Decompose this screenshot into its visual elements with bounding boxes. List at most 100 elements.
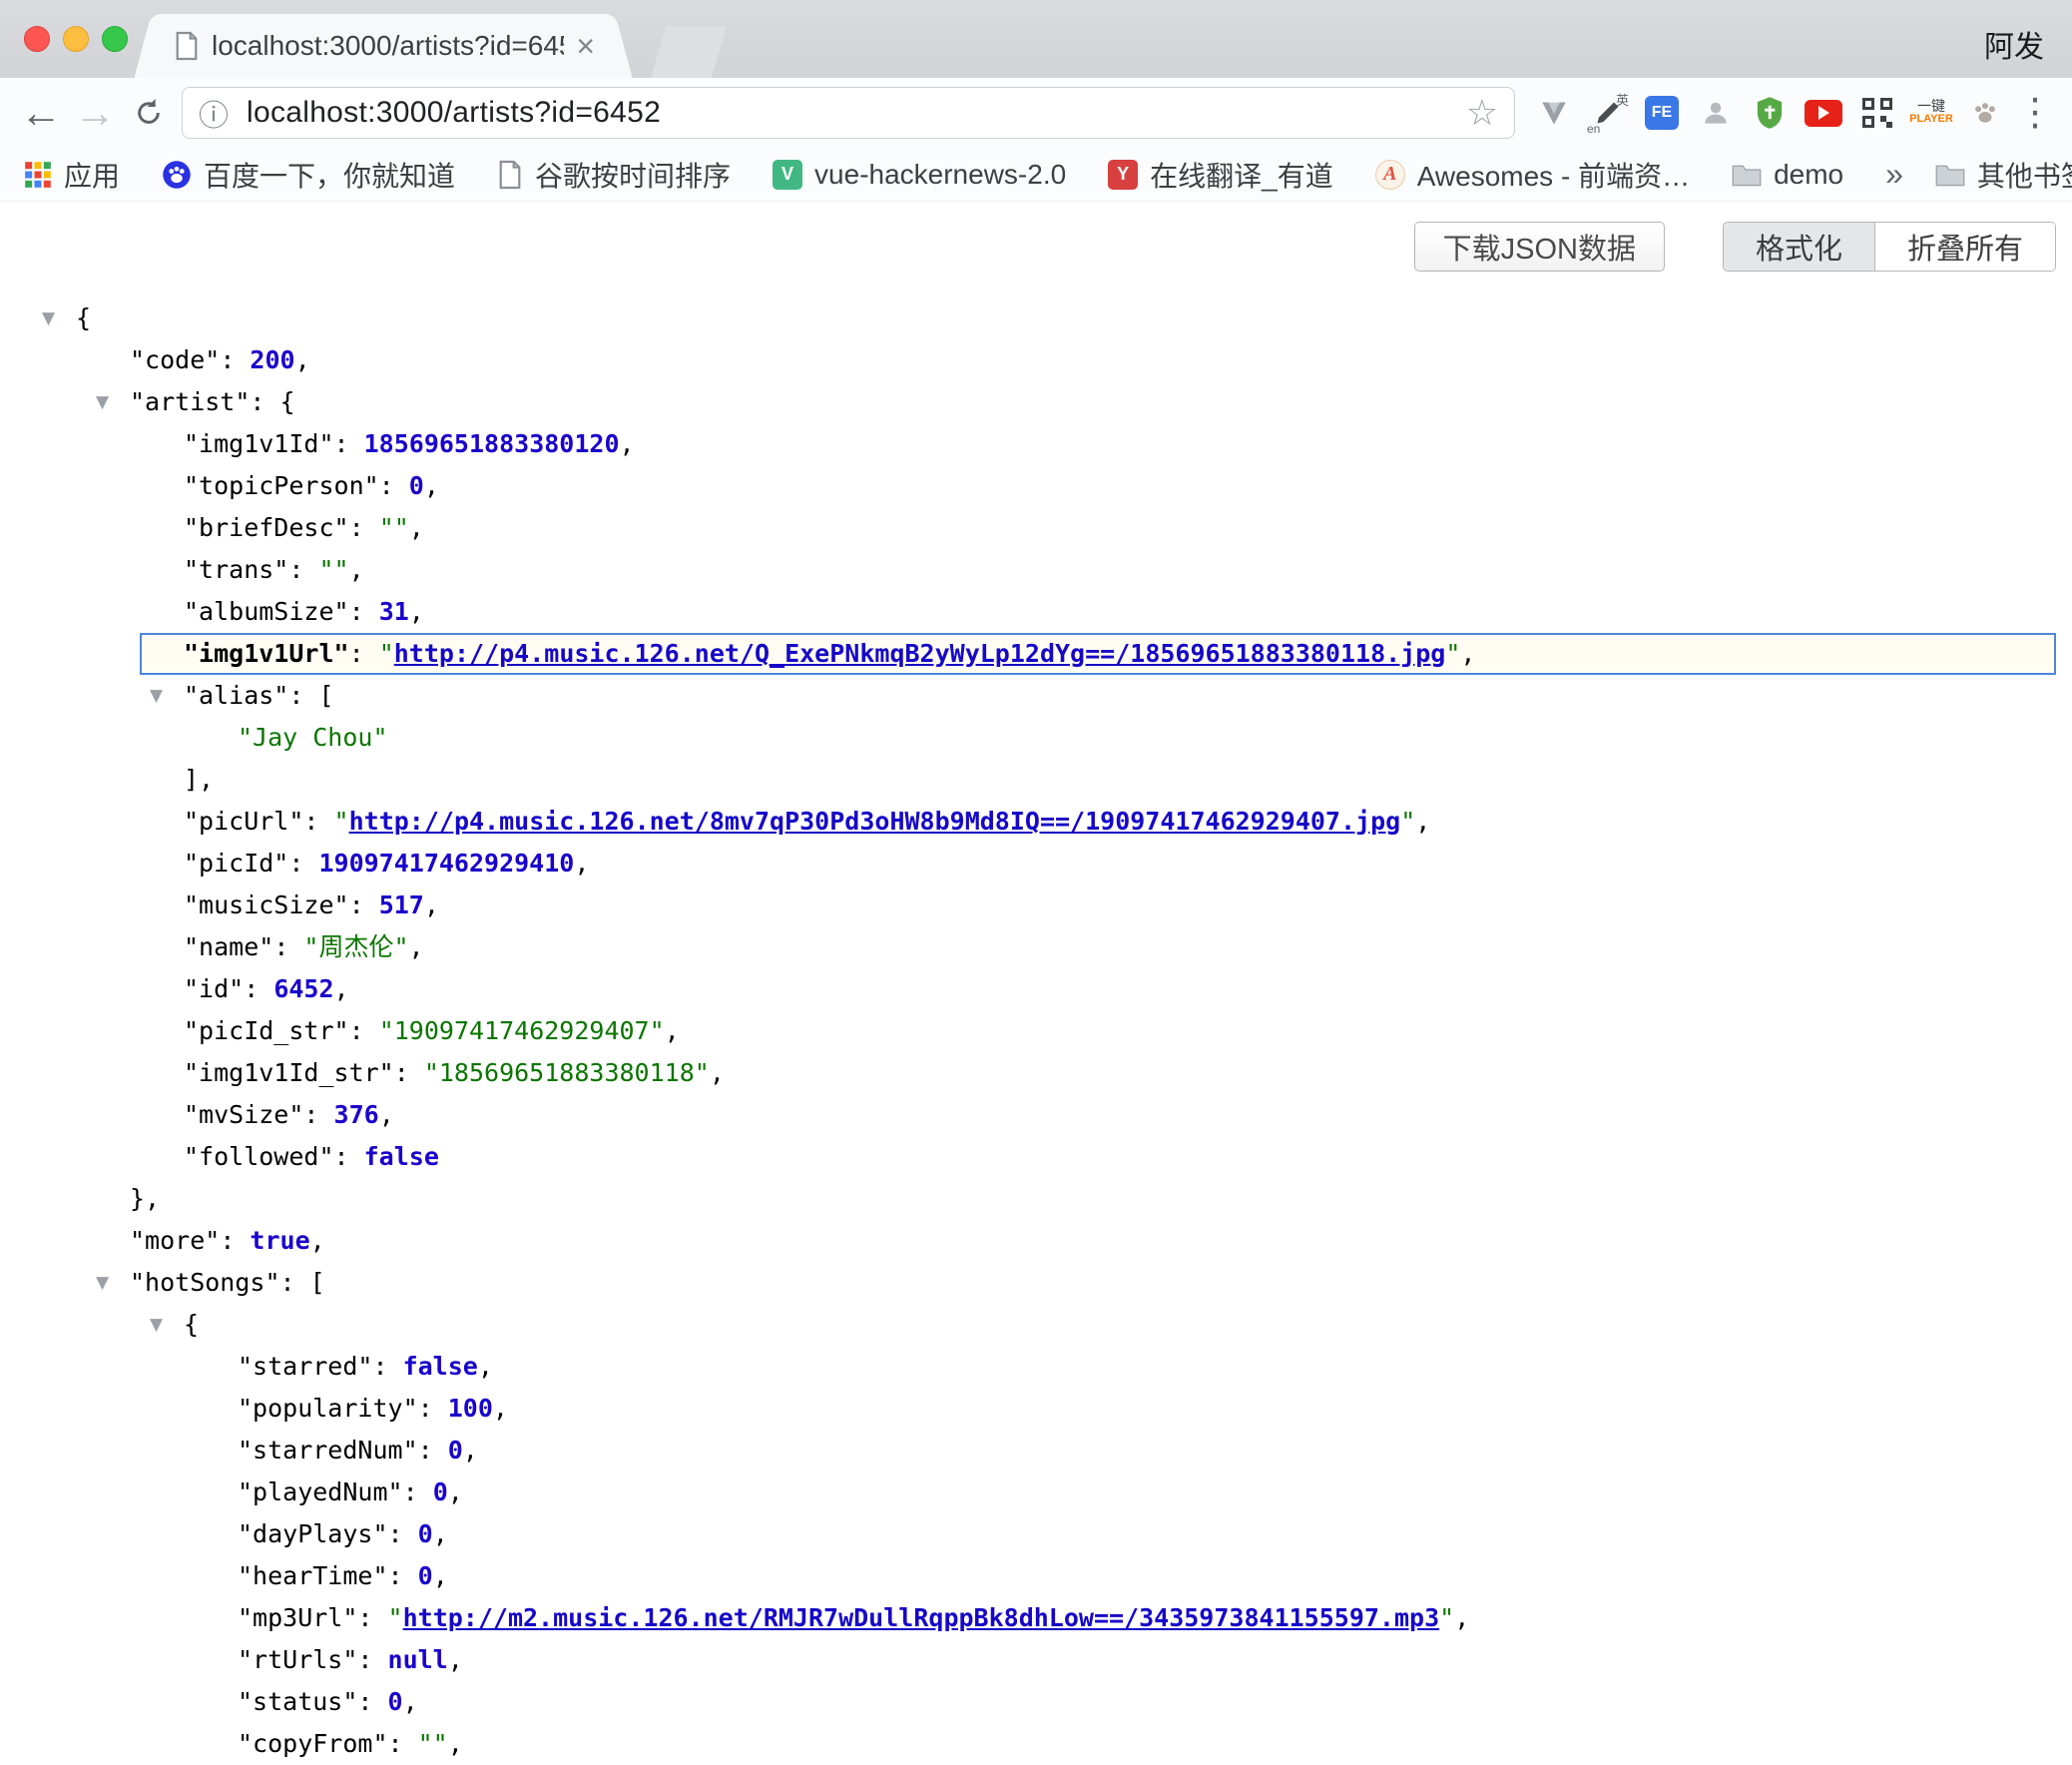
browser-menu-button[interactable]: ⋮ bbox=[2012, 94, 2058, 132]
json-url-link[interactable]: http://m2.music.126.net/RMJR7wDullRqppBk… bbox=[403, 1603, 1440, 1632]
json-token: " bbox=[388, 1603, 403, 1632]
json-token: : bbox=[388, 1729, 418, 1758]
qr-code-extension-icon[interactable] bbox=[1850, 86, 1904, 140]
collapse-all-button[interactable]: 折叠所有 bbox=[1875, 223, 2055, 271]
bookmark-vue-hackernews[interactable]: V vue-hackernews-2.0 bbox=[773, 159, 1066, 191]
json-token: "id" bbox=[184, 974, 244, 1003]
json-token: : [ bbox=[288, 681, 333, 710]
bookmark-apps[interactable]: 应用 bbox=[24, 155, 120, 195]
collapse-toggle-icon[interactable]: ▼ bbox=[150, 675, 163, 717]
baidu-paw-icon bbox=[162, 160, 192, 190]
player-extension-icon[interactable]: 一键 PLAYER bbox=[1904, 86, 1958, 140]
collapse-toggle-icon[interactable]: ▼ bbox=[96, 381, 109, 423]
translate-pen-extension-icon[interactable]: 英 en bbox=[1581, 86, 1635, 140]
bookmark-awesomes[interactable]: A Awesomes - 前端资… bbox=[1375, 155, 1690, 195]
json-token: : bbox=[418, 1436, 448, 1465]
v-extension-icon[interactable] bbox=[1527, 86, 1581, 140]
json-line: "img1v1Url": "http://p4.music.126.net/Q_… bbox=[140, 633, 2056, 675]
json-url-link[interactable]: http://p4.music.126.net/8mv7qP30Pd3oHW8b… bbox=[349, 807, 1401, 836]
json-line: "picId_str": "19097417462929407", bbox=[0, 1010, 2072, 1052]
folder-icon bbox=[1732, 163, 1762, 187]
collapse-toggle-icon[interactable]: ▼ bbox=[150, 1304, 163, 1346]
json-token: , bbox=[409, 513, 424, 542]
json-line: "mvSize": 376, bbox=[0, 1094, 2072, 1136]
bookmarks-overflow-chevron[interactable]: » bbox=[1885, 156, 1903, 193]
collapse-toggle-icon[interactable]: ▼ bbox=[42, 297, 55, 339]
json-token: : { bbox=[250, 387, 294, 416]
json-line: "dayPlays": 0, bbox=[0, 1513, 2072, 1555]
json-token: "hearTime" bbox=[238, 1561, 388, 1590]
url-text[interactable]: localhost:3000/artists?id=6452 bbox=[247, 96, 1466, 130]
bookmark-demo-folder[interactable]: demo bbox=[1732, 159, 1843, 191]
json-token: 6452 bbox=[273, 974, 333, 1003]
json-token: : bbox=[273, 932, 303, 961]
tab-close-button[interactable]: × bbox=[576, 30, 595, 62]
json-token: "status" bbox=[238, 1687, 357, 1716]
json-token: : bbox=[244, 974, 273, 1003]
bookmark-star-icon[interactable]: ☆ bbox=[1466, 92, 1498, 134]
zoom-window-button[interactable] bbox=[102, 26, 128, 52]
paw-extension-icon[interactable] bbox=[1958, 86, 2012, 140]
json-token: " bbox=[1400, 807, 1415, 836]
json-token: "picId" bbox=[184, 849, 288, 878]
profile-extension-icon[interactable] bbox=[1689, 86, 1743, 140]
json-line: ], bbox=[0, 759, 2072, 801]
reload-button[interactable] bbox=[122, 97, 176, 129]
json-url-link[interactable]: http://p4.music.126.net/Q_ExePNkmqB2yWyL… bbox=[394, 639, 1446, 668]
back-button[interactable]: ← bbox=[14, 92, 68, 134]
json-token: , bbox=[433, 1561, 448, 1590]
json-token: "Jay Chou" bbox=[238, 723, 388, 752]
json-line: ▼"hotSongs": [ bbox=[0, 1262, 2072, 1304]
youtube-extension-icon[interactable] bbox=[1797, 86, 1850, 140]
json-token: "musicSize" bbox=[184, 890, 349, 919]
json-line: "name": "周杰伦", bbox=[0, 926, 2072, 968]
json-token: "followed" bbox=[184, 1142, 334, 1171]
browser-toolbar: ← → ⓘ localhost:3000/artists?id=6452 ☆ 英… bbox=[0, 78, 2072, 148]
bookmark-google-sort[interactable]: 谷歌按时间排序 bbox=[497, 155, 731, 195]
site-info-icon[interactable]: ⓘ bbox=[199, 91, 229, 135]
browser-tab[interactable]: localhost:3000/artists?id=645 × bbox=[156, 14, 611, 78]
json-line: ▼"artist": { bbox=[0, 381, 2072, 423]
address-bar[interactable]: ⓘ localhost:3000/artists?id=6452 ☆ bbox=[182, 87, 1515, 139]
forward-button[interactable]: → bbox=[68, 92, 122, 134]
bookmark-baidu[interactable]: 百度一下，你就知道 bbox=[162, 155, 455, 195]
other-bookmarks-folder[interactable]: 其他书签 bbox=[1935, 155, 2072, 195]
json-token: , bbox=[478, 1352, 493, 1381]
json-line: "img1v1Id": 18569651883380120, bbox=[0, 423, 2072, 465]
json-token: : bbox=[388, 1519, 418, 1548]
view-mode-segmented-control: 格式化 折叠所有 bbox=[1723, 222, 2056, 272]
json-token: "dayPlays" bbox=[238, 1519, 388, 1548]
json-token: , bbox=[1415, 807, 1430, 836]
json-token: : bbox=[220, 345, 250, 374]
shield-extension-icon[interactable] bbox=[1743, 86, 1797, 140]
json-token: : bbox=[394, 1058, 424, 1087]
json-token: null bbox=[388, 1645, 448, 1674]
json-token: " bbox=[1445, 639, 1460, 668]
json-token: : bbox=[349, 639, 379, 668]
json-line: "id": 6452, bbox=[0, 968, 2072, 1010]
format-button[interactable]: 格式化 bbox=[1724, 223, 1875, 271]
json-token: : bbox=[403, 1477, 433, 1506]
json-token: , bbox=[403, 1687, 418, 1716]
new-tab-button[interactable] bbox=[651, 26, 727, 78]
json-line: "picUrl": "http://p4.music.126.net/8mv7q… bbox=[0, 801, 2072, 843]
json-token: : bbox=[220, 1226, 250, 1255]
page-favicon-icon bbox=[174, 31, 200, 61]
json-token: : bbox=[357, 1603, 387, 1632]
profile-name[interactable]: 阿发 bbox=[1984, 22, 2044, 66]
collapse-toggle-icon[interactable]: ▼ bbox=[96, 1262, 109, 1304]
json-token: 0 bbox=[388, 1687, 403, 1716]
json-token: : bbox=[349, 890, 379, 919]
bookmark-youdao-translate[interactable]: Y 在线翻译_有道 bbox=[1108, 155, 1333, 195]
close-window-button[interactable] bbox=[24, 26, 50, 52]
fe-extension-icon[interactable]: FE bbox=[1635, 86, 1689, 140]
json-line: "hearTime": 0, bbox=[0, 1555, 2072, 1597]
json-token: 0 bbox=[433, 1477, 448, 1506]
download-json-button[interactable]: 下载JSON数据 bbox=[1414, 222, 1665, 272]
json-token: }, bbox=[130, 1184, 160, 1213]
json-token: : bbox=[334, 1142, 364, 1171]
json-token: "19097417462929407" bbox=[379, 1016, 665, 1045]
json-token: , bbox=[463, 1436, 478, 1465]
json-token: : bbox=[288, 555, 318, 584]
minimize-window-button[interactable] bbox=[63, 26, 89, 52]
